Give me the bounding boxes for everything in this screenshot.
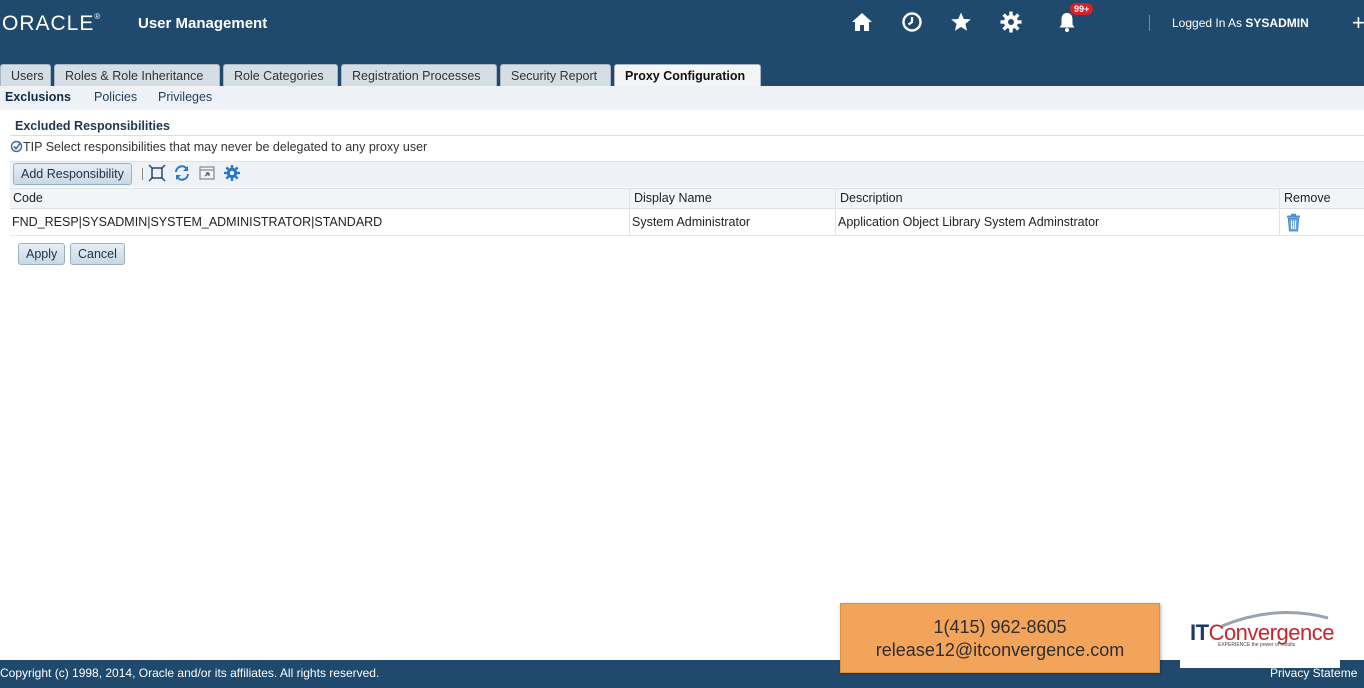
privacy-statement-link[interactable]: Privacy Stateme: [1270, 666, 1357, 680]
personalize-gear-icon[interactable]: [223, 164, 241, 182]
cell-display-name: System Administrator: [632, 215, 751, 229]
tip-text: Select responsibilities that may never b…: [45, 140, 428, 154]
oracle-logo[interactable]: ORACLE®: [2, 12, 101, 36]
section-title: Excluded Responsibilities: [15, 119, 170, 133]
itconvergence-logo: ITConvergence EXPERIENCE the power of re…: [1180, 606, 1340, 668]
sub-navigation: Exclusions Policies Privileges: [0, 86, 1364, 110]
tab-role-categories[interactable]: Role Categories: [223, 64, 338, 86]
apply-button[interactable]: Apply: [18, 243, 66, 265]
tip-check-icon: [10, 140, 23, 153]
column-header-code[interactable]: Code: [13, 191, 43, 205]
cancel-button[interactable]: Cancel: [70, 243, 125, 265]
subnav-exclusions[interactable]: Exclusions: [5, 90, 71, 104]
add-responsibility-button[interactable]: Add Responsibility: [13, 163, 132, 185]
recent-clock-icon[interactable]: [900, 10, 924, 34]
subnav-privileges[interactable]: Privileges: [158, 90, 212, 104]
toolbar-separator: [142, 168, 143, 180]
contact-banner: 1(415) 962-8605 release12@itconvergence.…: [840, 603, 1160, 673]
tip-message: TIP Select responsibilities that may nev…: [10, 140, 427, 154]
refresh-icon[interactable]: [173, 164, 191, 182]
detach-icon[interactable]: [148, 164, 166, 182]
remove-trash-icon[interactable]: [1285, 213, 1302, 232]
export-icon[interactable]: [198, 164, 216, 182]
tab-security-report[interactable]: Security Report: [500, 64, 611, 86]
column-header-description[interactable]: Description: [840, 191, 903, 205]
logged-in-user: Logged In As SYSADMIN: [1172, 16, 1309, 30]
app-title: User Management: [138, 15, 268, 32]
tab-users[interactable]: Users: [0, 64, 51, 86]
home-icon[interactable]: [850, 10, 874, 34]
settings-gear-icon[interactable]: [999, 10, 1023, 34]
column-header-remove: Remove: [1284, 191, 1331, 205]
tab-roles-inheritance[interactable]: Roles & Role Inheritance: [54, 64, 220, 86]
copyright-text: Copyright (c) 1998, 2014, Oracle and/or …: [0, 666, 380, 680]
brand-tagline: EXPERIENCE the power of results: [1218, 642, 1296, 648]
notifications-count-badge: 99+: [1070, 3, 1094, 15]
tip-label: TIP: [23, 140, 43, 154]
add-icon[interactable]: +: [1352, 10, 1364, 36]
contact-phone: 1(415) 962-8605: [933, 617, 1067, 637]
favorites-star-icon[interactable]: [949, 10, 973, 34]
cell-description: Application Object Library System Admins…: [838, 215, 1100, 229]
column-header-display-name[interactable]: Display Name: [634, 191, 712, 205]
subnav-policies[interactable]: Policies: [94, 90, 137, 104]
contact-email: release12@itconvergence.com: [875, 640, 1125, 660]
header-divider: [1149, 15, 1150, 31]
cell-code: FND_RESP|SYSADMIN|SYSTEM_ADMINISTRATOR|S…: [12, 215, 383, 229]
tab-registration-processes[interactable]: Registration Processes: [341, 64, 497, 86]
tab-proxy-configuration[interactable]: Proxy Configuration: [614, 64, 761, 86]
section-divider: [10, 135, 1364, 136]
